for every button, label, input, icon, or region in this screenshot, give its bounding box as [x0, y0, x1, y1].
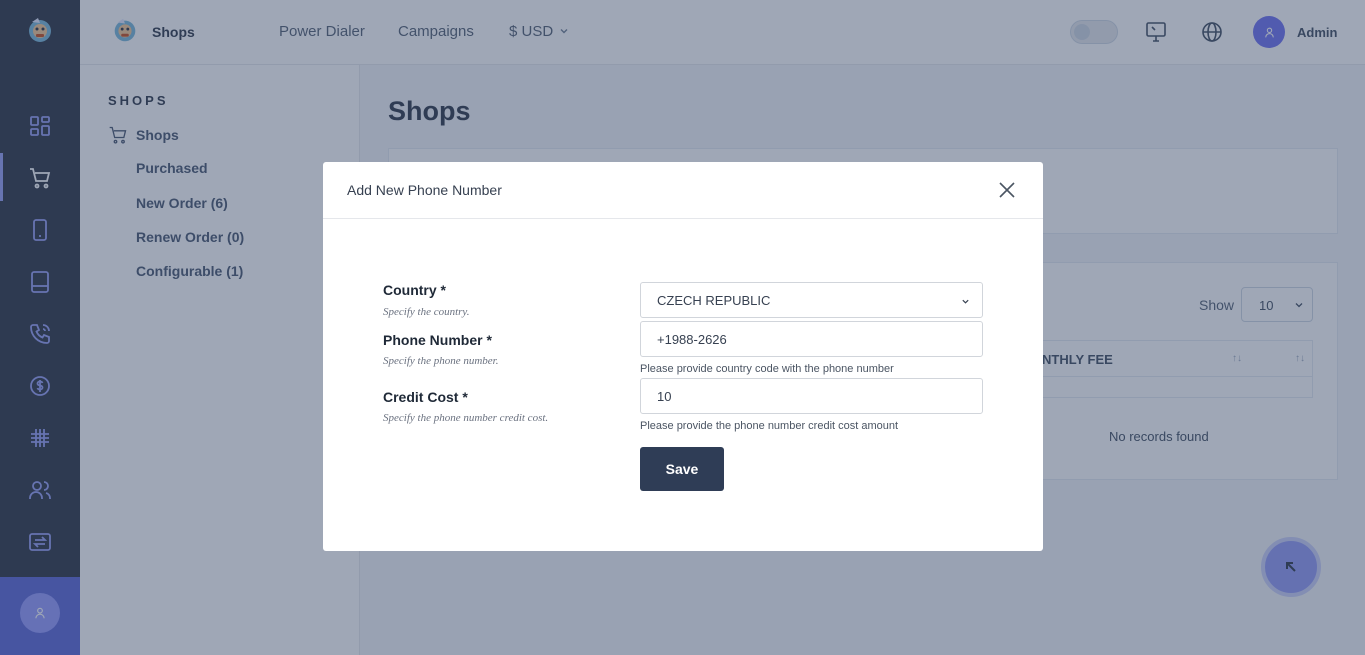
country-label: Country * [383, 282, 446, 298]
phone-number-note: Please provide country code with the pho… [640, 363, 894, 375]
credit-cost-input[interactable] [640, 378, 983, 414]
country-help: Specify the country. [383, 306, 470, 318]
close-icon[interactable] [998, 181, 1016, 199]
phone-number-label: Phone Number * [383, 332, 492, 348]
country-select[interactable]: CZECH REPUBLIC [640, 282, 983, 318]
country-value: CZECH REPUBLIC [657, 293, 771, 308]
credit-cost-label: Credit Cost * [383, 389, 468, 405]
phone-number-help: Specify the phone number. [383, 355, 499, 367]
modal-header: Add New Phone Number [323, 162, 1043, 219]
modal-title: Add New Phone Number [347, 182, 502, 198]
credit-cost-help: Specify the phone number credit cost. [383, 412, 549, 424]
chevron-down-icon [962, 299, 969, 304]
credit-cost-note: Please provide the phone number credit c… [640, 420, 899, 432]
add-phone-number-modal: Add New Phone Number Country * Specify t… [323, 162, 1043, 551]
save-button[interactable]: Save [640, 447, 724, 491]
phone-number-input[interactable] [640, 321, 983, 357]
